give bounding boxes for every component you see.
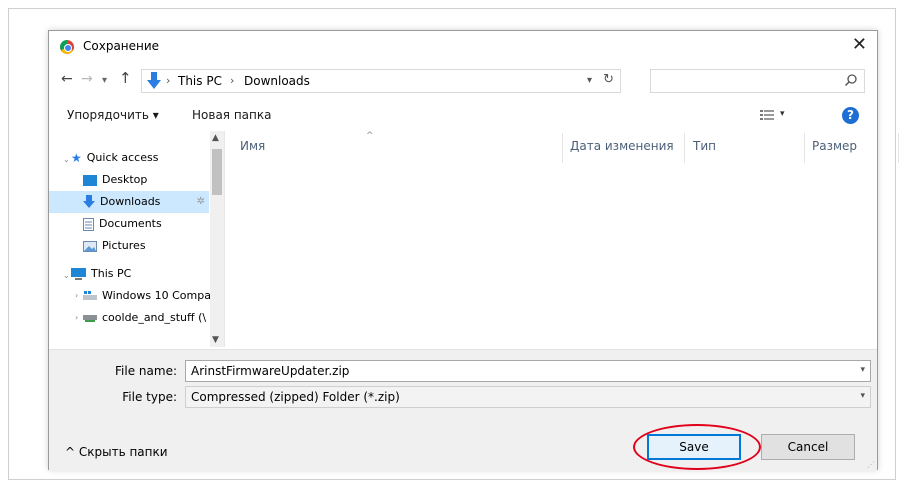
tree-label: coolde_and_stuff (\	[102, 311, 207, 324]
tree-label: Quick access	[86, 151, 159, 164]
chevron-right-icon[interactable]: ›	[75, 313, 78, 322]
file-name-label: File name:	[115, 364, 177, 378]
drive-icon	[83, 291, 97, 300]
tree-item-network-drive[interactable]: coolde_and_stuff (\	[83, 307, 224, 329]
address-bar[interactable]: › This PC › Downloads ▾ ↻	[141, 69, 621, 93]
tree-label: Downloads	[100, 195, 161, 208]
tree-label: This PC	[91, 267, 132, 280]
breadcrumb-this-pc[interactable]: This PC	[178, 74, 222, 88]
document-icon	[83, 217, 94, 231]
command-toolbar: Упорядочить ▾ Новая папка ▾ ?	[49, 103, 877, 129]
file-type-select[interactable]: Compressed (zipped) Folder (*.zip) ▾	[185, 386, 871, 408]
organize-button[interactable]: Упорядочить ▾	[67, 108, 159, 122]
file-name-input[interactable]: ArinstFirmwareUpdater.zip ▾	[185, 360, 871, 382]
navigation-pane[interactable]: ⌄ ★ Quick access Desktop ✲ Downloads ✲ Do…	[49, 131, 225, 347]
navigation-scrollbar[interactable]: ▲ ▼	[210, 131, 224, 347]
resize-grip[interactable]: ⋰	[867, 460, 875, 469]
tree-item-desktop[interactable]: Desktop ✲	[83, 169, 224, 191]
new-folder-button[interactable]: Новая папка	[192, 108, 271, 122]
tree-item-documents[interactable]: Documents ✲	[83, 213, 224, 235]
search-input[interactable]	[650, 69, 865, 93]
save-form: File name: ArinstFirmwareUpdater.zip ▾ F…	[49, 349, 877, 471]
back-button[interactable]: ←	[61, 71, 73, 87]
breadcrumb-separator: ›	[230, 74, 235, 87]
column-header-date[interactable]: Дата изменения	[570, 139, 674, 153]
desktop-icon	[83, 174, 97, 186]
view-options-icon[interactable]	[760, 109, 774, 121]
tree-item-windows-drive[interactable]: Windows 10 Compa	[83, 285, 224, 307]
scroll-down-icon[interactable]: ▼	[212, 335, 219, 345]
navigation-bar: ← → ▾ ↑ › This PC › Downloads ▾ ↻	[49, 65, 877, 95]
chevron-right-icon[interactable]: ›	[75, 291, 78, 300]
tree-label: Documents	[99, 217, 162, 230]
tree-item-this-pc[interactable]: This PC	[71, 263, 223, 285]
file-type-value: Compressed (zipped) Folder (*.zip)	[191, 390, 400, 404]
column-header-type[interactable]: Тип	[693, 139, 716, 153]
breadcrumb-downloads[interactable]: Downloads	[244, 74, 310, 88]
scroll-thumb[interactable]	[212, 149, 222, 195]
file-list[interactable]: ^ Имя Дата изменения Тип Размер	[226, 131, 899, 347]
network-drive-icon	[83, 315, 97, 322]
column-separator[interactable]	[562, 133, 563, 163]
computer-icon	[71, 268, 86, 280]
recent-locations-button[interactable]: ▾	[102, 73, 107, 89]
chrome-icon	[60, 40, 74, 54]
tree-item-downloads[interactable]: Downloads ✲	[49, 191, 209, 213]
chevron-down-icon[interactable]: ⌄	[63, 271, 70, 280]
column-separator[interactable]	[898, 133, 899, 163]
star-icon: ★	[71, 151, 82, 165]
pin-icon[interactable]: ✲	[197, 191, 205, 213]
save-dialog: Сохранение ✕ ← → ▾ ↑ › This PC › Downloa…	[48, 30, 899, 471]
pictures-icon	[83, 240, 97, 252]
breadcrumb-separator: ›	[166, 74, 171, 87]
file-name-value: ArinstFirmwareUpdater.zip	[191, 364, 350, 378]
tree-label: Pictures	[102, 239, 146, 252]
hide-folders-button[interactable]: ^ Скрыть папки	[65, 445, 168, 459]
sort-ascending-icon: ^	[366, 131, 374, 141]
tree-item-pictures[interactable]: Pictures ✲	[83, 235, 224, 257]
scroll-up-icon[interactable]: ▲	[212, 133, 219, 143]
chevron-down-icon[interactable]: ⌄	[63, 155, 70, 164]
column-header-size[interactable]: Размер	[812, 139, 857, 153]
tree-label: Windows 10 Compa	[102, 289, 211, 302]
highlight-annotation	[633, 424, 761, 470]
address-dropdown-button[interactable]: ▾	[587, 75, 592, 86]
dialog-title: Сохранение	[83, 39, 160, 53]
column-separator[interactable]	[684, 133, 685, 163]
column-header-name[interactable]: Имя	[240, 139, 265, 153]
chevron-down-icon[interactable]: ▾	[860, 365, 865, 375]
search-icon	[844, 74, 857, 87]
download-arrow-icon	[83, 195, 95, 208]
tree-item-quick-access[interactable]: ★ Quick access	[71, 147, 223, 169]
column-separator[interactable]	[804, 133, 805, 163]
refresh-icon[interactable]: ↻	[603, 72, 614, 87]
close-button[interactable]: ✕	[852, 35, 867, 55]
chevron-down-icon[interactable]: ▾	[860, 391, 865, 401]
title-bar: Сохранение ✕	[49, 31, 877, 63]
view-dropdown-button[interactable]: ▾	[780, 109, 785, 119]
file-type-label: File type:	[122, 390, 177, 404]
up-button[interactable]: ↑	[119, 70, 132, 86]
download-arrow-icon	[147, 72, 161, 89]
help-icon[interactable]: ?	[842, 107, 859, 124]
cancel-button[interactable]: Cancel	[761, 434, 855, 460]
forward-button[interactable]: →	[81, 71, 93, 87]
tree-label: Desktop	[102, 173, 148, 186]
